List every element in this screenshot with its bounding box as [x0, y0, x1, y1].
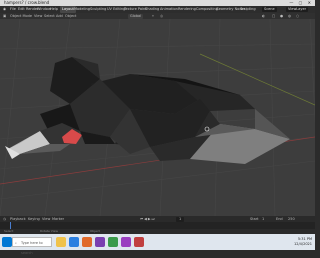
transform-orientation[interactable]: Global [128, 13, 144, 19]
blender-logo-icon[interactable]: ◉ [3, 6, 6, 13]
tab-animation[interactable]: Animation [160, 6, 178, 13]
search-icon: ⌕ [15, 241, 17, 245]
menu-edit[interactable]: Edit [18, 6, 25, 13]
app-icon-green[interactable] [108, 237, 118, 247]
tab-rendering[interactable]: Rendering [178, 6, 196, 13]
app-icon-red[interactable] [134, 237, 144, 247]
system-clock[interactable]: 5:31 PM 12/4/2021 [294, 237, 312, 247]
current-frame-field[interactable]: 1 [176, 216, 185, 222]
menu-file[interactable]: File [10, 6, 16, 13]
view-layer-selector[interactable]: ViewLayer [286, 7, 309, 12]
tab-uv-editing[interactable]: UV Editing [107, 6, 125, 13]
tab-shading[interactable]: Shading [145, 6, 159, 13]
os-taskbar: ⌕ Type here to search 5:31 PM 12/4/2021 [0, 234, 315, 255]
visual-studio-icon[interactable] [121, 237, 131, 247]
file-explorer-icon[interactable] [56, 237, 66, 247]
3d-viewport[interactable] [0, 19, 315, 216]
timeline-track[interactable] [0, 222, 315, 229]
viewport-canvas[interactable] [0, 19, 315, 216]
playhead[interactable] [10, 222, 11, 229]
menu-window[interactable]: Window [37, 6, 51, 13]
blender-taskbar-icon[interactable] [82, 237, 92, 247]
menu-bar: ◉ File Edit Render Window Help Layout Mo… [0, 6, 315, 13]
tab-modeling[interactable]: Modeling [74, 6, 90, 13]
tab-scripting[interactable]: Scripting [240, 6, 256, 13]
start-menu-icon[interactable] [2, 237, 12, 247]
taskbar-search-input[interactable]: ⌕ Type here to search [12, 237, 52, 255]
tab-compositing[interactable]: Compositing [196, 6, 218, 13]
menu-help[interactable]: Help [50, 6, 58, 13]
app-icon-purple[interactable] [95, 237, 105, 247]
tab-sculpting[interactable]: Sculpting [90, 6, 106, 13]
edge-browser-icon[interactable] [69, 237, 79, 247]
tab-texture-paint[interactable]: Texture Paint [124, 6, 147, 13]
scene-selector[interactable]: Scene [262, 7, 277, 12]
